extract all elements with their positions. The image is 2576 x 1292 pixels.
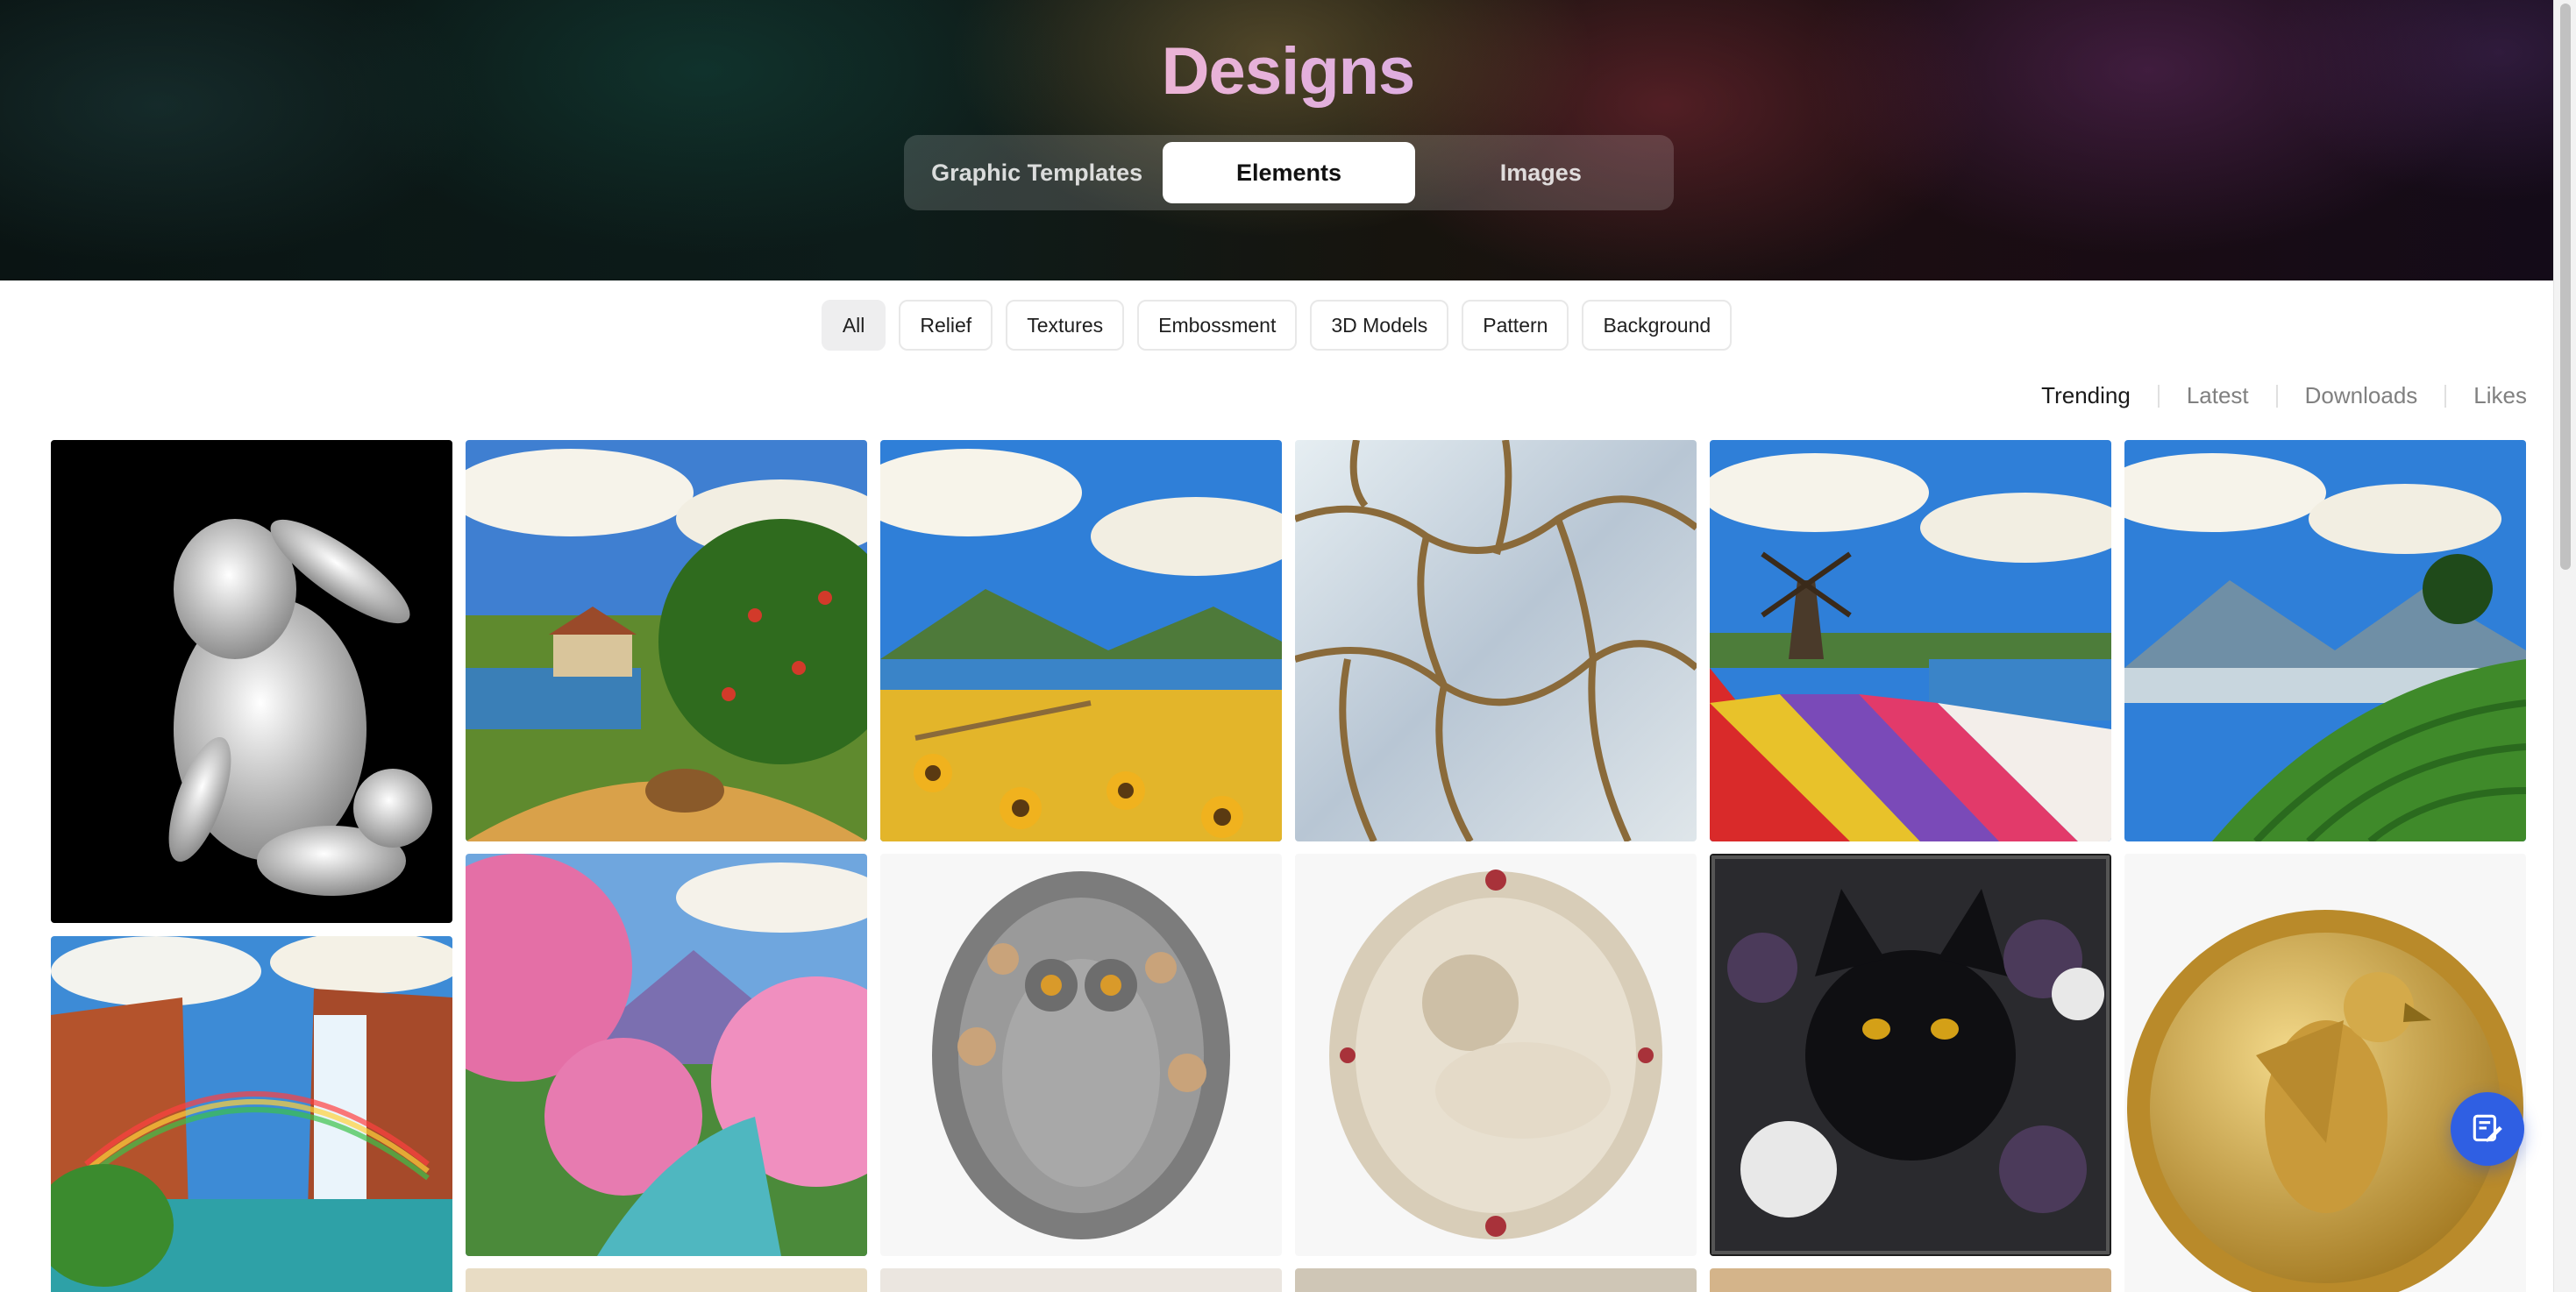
design-card-rabbit-relief[interactable] — [51, 440, 452, 923]
design-card-orchard-painting[interactable] — [466, 440, 867, 841]
design-card-eagle-coin[interactable] — [2124, 854, 2526, 1292]
edit-note-icon — [2473, 1114, 2502, 1142]
sunflower-painting-image — [880, 440, 1282, 841]
design-card-waterfall-painting[interactable] — [51, 936, 452, 1292]
page-scrollbar[interactable] — [2553, 0, 2576, 1292]
design-card-sunflower-painting[interactable] — [880, 440, 1282, 841]
design-card-partial[interactable] — [466, 1268, 867, 1292]
rabbit-relief-image — [168, 519, 432, 896]
orchard-painting-image — [466, 440, 867, 841]
design-card-pearl-texture[interactable] — [1295, 440, 1697, 841]
cherry-blossom-painting-image — [466, 854, 867, 1256]
design-grid — [0, 0, 2553, 1292]
scrollbar-thumb[interactable] — [2560, 4, 2571, 570]
lion-relief-image — [1329, 870, 1662, 1239]
design-card-tea-terrace-painting[interactable] — [2124, 440, 2526, 841]
design-card-windmill-painting[interactable] — [1710, 440, 2111, 841]
windmill-painting-image — [1710, 440, 2111, 841]
design-card-partial[interactable] — [1710, 1268, 2111, 1292]
feedback-button[interactable] — [2451, 1092, 2524, 1166]
eagle-coin-image — [2127, 910, 2523, 1292]
black-cat-relief-image — [1711, 855, 2110, 1254]
design-card-partial[interactable] — [880, 1268, 1282, 1292]
pearl-texture-image — [1295, 440, 1697, 841]
design-card-cherry-blossom-painting[interactable] — [466, 854, 867, 1256]
waterfall-painting-image — [51, 936, 452, 1292]
design-card-partial[interactable] — [1295, 1268, 1697, 1292]
design-card-lion-relief[interactable] — [1295, 854, 1697, 1256]
tea-terrace-painting-image — [2124, 440, 2526, 841]
owl-relief-image — [932, 871, 1230, 1239]
design-card-owl-relief[interactable] — [880, 854, 1282, 1256]
design-card-black-cat-relief[interactable] — [1710, 854, 2111, 1256]
